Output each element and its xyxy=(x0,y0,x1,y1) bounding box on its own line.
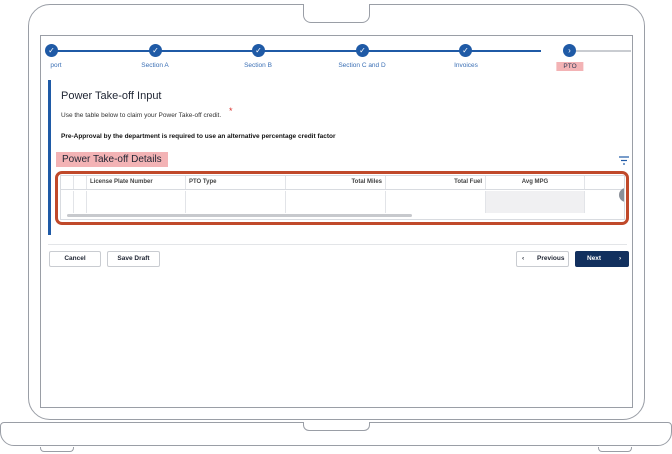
save-draft-button[interactable]: Save Draft xyxy=(107,251,160,267)
step-label-section-b[interactable]: Section B xyxy=(244,62,272,69)
step-check-icon[interactable]: ✓ xyxy=(252,44,265,57)
step-current-chevron-icon[interactable]: › xyxy=(563,44,576,57)
chevron-right-icon: › xyxy=(619,255,622,262)
footer-divider xyxy=(48,244,627,245)
step-label-invoices[interactable]: Invoices xyxy=(454,62,478,69)
page-title: Power Take-off Input xyxy=(61,90,162,102)
annotation-highlight-frame xyxy=(55,171,629,225)
laptop-foot-right xyxy=(598,447,632,452)
laptop-mockup: ✓ port ✓ Section A ✓ Section B ✓ Section… xyxy=(0,0,672,454)
filter-icon[interactable] xyxy=(619,156,629,165)
next-label: Next xyxy=(587,255,602,262)
section-title: Power Take-off Details xyxy=(56,152,168,167)
cancel-button[interactable]: Cancel xyxy=(49,251,101,267)
page-description: Use the table below to claim your Power … xyxy=(61,112,222,119)
previous-label: Previous xyxy=(537,255,565,262)
step-label-section-a[interactable]: Section A xyxy=(141,62,168,69)
step-check-icon[interactable]: ✓ xyxy=(459,44,472,57)
step-label-section-c-d[interactable]: Section C and D xyxy=(338,62,385,69)
step-check-icon[interactable]: ✓ xyxy=(45,44,58,57)
step-check-icon[interactable]: ✓ xyxy=(356,44,369,57)
laptop-foot-left xyxy=(40,447,74,452)
laptop-camera-notch xyxy=(303,4,370,23)
pto-input-card: Power Take-off Input * Use the table bel… xyxy=(48,80,629,235)
previous-button[interactable]: ‹ Previous xyxy=(516,251,569,267)
chevron-left-icon: ‹ xyxy=(522,255,525,262)
step-label-port[interactable]: port xyxy=(50,62,61,69)
laptop-base-notch xyxy=(303,422,370,431)
stepper-remaining-line xyxy=(571,50,631,52)
next-button[interactable]: Next › xyxy=(575,251,629,267)
step-check-icon[interactable]: ✓ xyxy=(149,44,162,57)
progress-stepper: ✓ port ✓ Section A ✓ Section B ✓ Section… xyxy=(41,36,632,78)
required-asterisk: * xyxy=(229,106,233,116)
pre-approval-note: Pre-Approval by the department is requir… xyxy=(61,133,336,140)
app-screen: ✓ port ✓ Section A ✓ Section B ✓ Section… xyxy=(40,35,633,408)
step-label-pto[interactable]: PTO xyxy=(556,62,584,71)
